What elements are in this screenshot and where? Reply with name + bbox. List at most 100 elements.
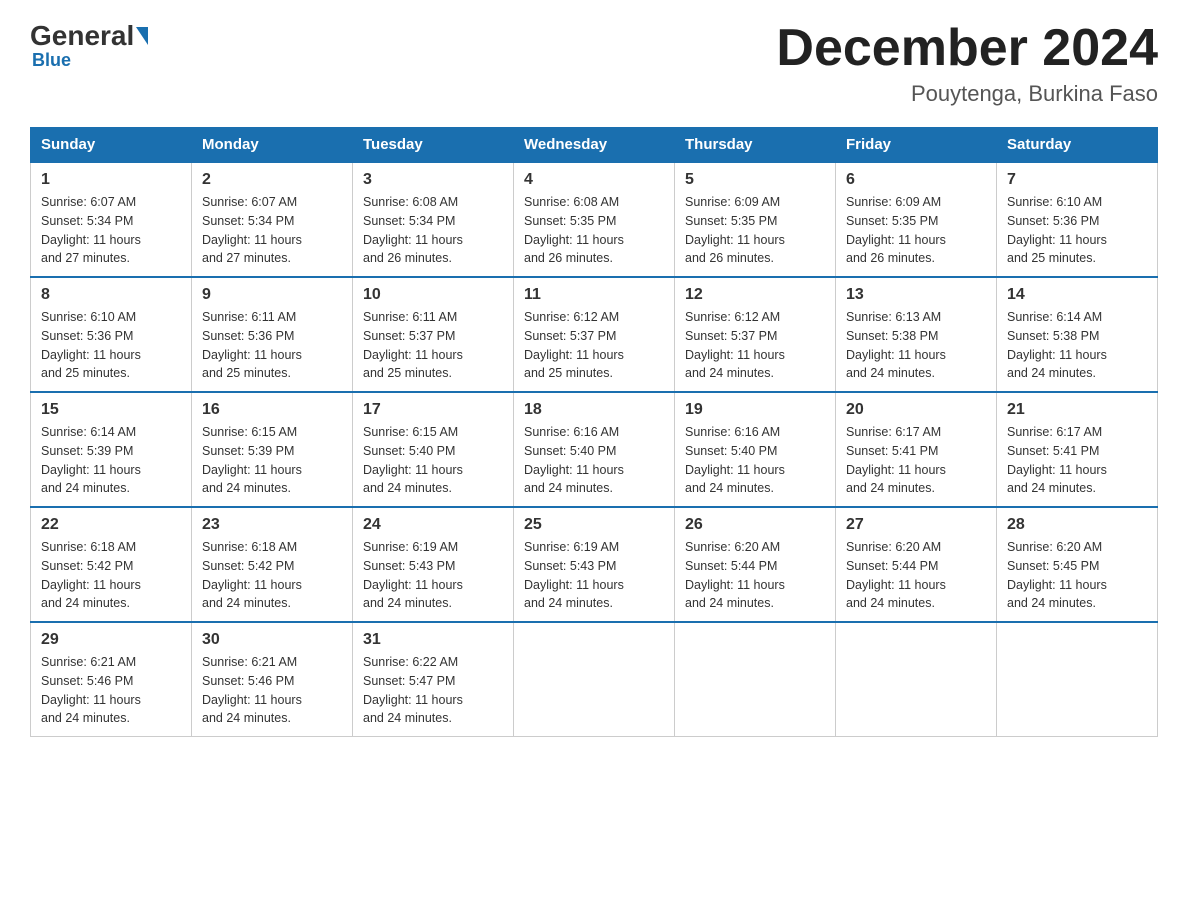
calendar-cell: 3 Sunrise: 6:08 AMSunset: 5:34 PMDaylight… xyxy=(353,162,514,277)
calendar-cell: 27 Sunrise: 6:20 AMSunset: 5:44 PMDayligh… xyxy=(836,507,997,622)
day-info: Sunrise: 6:18 AMSunset: 5:42 PMDaylight:… xyxy=(202,538,342,613)
day-info: Sunrise: 6:18 AMSunset: 5:42 PMDaylight:… xyxy=(41,538,181,613)
day-number: 24 xyxy=(363,516,503,534)
day-number: 2 xyxy=(202,171,342,189)
day-number: 16 xyxy=(202,401,342,419)
day-number: 27 xyxy=(846,516,986,534)
day-info: Sunrise: 6:07 AMSunset: 5:34 PMDaylight:… xyxy=(41,193,181,268)
calendar-header-wednesday: Wednesday xyxy=(514,128,675,163)
day-info: Sunrise: 6:21 AMSunset: 5:46 PMDaylight:… xyxy=(41,653,181,728)
day-info: Sunrise: 6:15 AMSunset: 5:39 PMDaylight:… xyxy=(202,423,342,498)
week-row-5: 29 Sunrise: 6:21 AMSunset: 5:46 PMDayligh… xyxy=(31,622,1158,737)
day-number: 25 xyxy=(524,516,664,534)
calendar-cell xyxy=(514,622,675,737)
day-info: Sunrise: 6:19 AMSunset: 5:43 PMDaylight:… xyxy=(363,538,503,613)
calendar-cell: 17Sunrise: 6:15 AMSunset: 5:40 PMDayligh… xyxy=(353,392,514,507)
day-info: Sunrise: 6:22 AMSunset: 5:47 PMDaylight:… xyxy=(363,653,503,728)
week-row-4: 22 Sunrise: 6:18 AMSunset: 5:42 PMDayligh… xyxy=(31,507,1158,622)
day-info: Sunrise: 6:11 AMSunset: 5:37 PMDaylight:… xyxy=(363,308,503,383)
calendar-header-row: SundayMondayTuesdayWednesdayThursdayFrid… xyxy=(31,128,1158,163)
day-info: Sunrise: 6:10 AMSunset: 5:36 PMDaylight:… xyxy=(41,308,181,383)
title-area: December 2024 Pouytenga, Burkina Faso xyxy=(776,20,1158,107)
calendar-cell: 30Sunrise: 6:21 AMSunset: 5:46 PMDayligh… xyxy=(192,622,353,737)
day-info: Sunrise: 6:17 AMSunset: 5:41 PMDaylight:… xyxy=(846,423,986,498)
calendar-cell: 31 Sunrise: 6:22 AMSunset: 5:47 PMDayligh… xyxy=(353,622,514,737)
day-number: 29 xyxy=(41,631,181,649)
calendar-header-tuesday: Tuesday xyxy=(353,128,514,163)
day-info: Sunrise: 6:19 AMSunset: 5:43 PMDaylight:… xyxy=(524,538,664,613)
day-info: Sunrise: 6:20 AMSunset: 5:44 PMDaylight:… xyxy=(846,538,986,613)
day-number: 14 xyxy=(1007,286,1147,304)
day-info: Sunrise: 6:10 AMSunset: 5:36 PMDaylight:… xyxy=(1007,193,1147,268)
week-row-2: 8 Sunrise: 6:10 AMSunset: 5:36 PMDaylight… xyxy=(31,277,1158,392)
day-info: Sunrise: 6:16 AMSunset: 5:40 PMDaylight:… xyxy=(524,423,664,498)
day-info: Sunrise: 6:12 AMSunset: 5:37 PMDaylight:… xyxy=(685,308,825,383)
day-info: Sunrise: 6:09 AMSunset: 5:35 PMDaylight:… xyxy=(846,193,986,268)
day-number: 21 xyxy=(1007,401,1147,419)
calendar-cell: 7 Sunrise: 6:10 AMSunset: 5:36 PMDaylight… xyxy=(997,162,1158,277)
logo-arrow-icon xyxy=(136,27,148,45)
calendar-cell: 13 Sunrise: 6:13 AMSunset: 5:38 PMDayligh… xyxy=(836,277,997,392)
day-number: 7 xyxy=(1007,171,1147,189)
day-info: Sunrise: 6:08 AMSunset: 5:34 PMDaylight:… xyxy=(363,193,503,268)
day-number: 23 xyxy=(202,516,342,534)
calendar-cell: 11Sunrise: 6:12 AMSunset: 5:37 PMDayligh… xyxy=(514,277,675,392)
calendar-cell: 10 Sunrise: 6:11 AMSunset: 5:37 PMDayligh… xyxy=(353,277,514,392)
day-info: Sunrise: 6:16 AMSunset: 5:40 PMDaylight:… xyxy=(685,423,825,498)
calendar-header-sunday: Sunday xyxy=(31,128,192,163)
calendar-cell: 2Sunrise: 6:07 AMSunset: 5:34 PMDaylight… xyxy=(192,162,353,277)
day-info: Sunrise: 6:12 AMSunset: 5:37 PMDaylight:… xyxy=(524,308,664,383)
day-info: Sunrise: 6:11 AMSunset: 5:36 PMDaylight:… xyxy=(202,308,342,383)
calendar-cell: 19 Sunrise: 6:16 AMSunset: 5:40 PMDayligh… xyxy=(675,392,836,507)
day-info: Sunrise: 6:20 AMSunset: 5:44 PMDaylight:… xyxy=(685,538,825,613)
day-number: 8 xyxy=(41,286,181,304)
day-number: 22 xyxy=(41,516,181,534)
page-header: General Blue December 2024 Pouytenga, Bu… xyxy=(30,20,1158,107)
calendar-table: SundayMondayTuesdayWednesdayThursdayFrid… xyxy=(30,127,1158,737)
calendar-header-monday: Monday xyxy=(192,128,353,163)
day-number: 19 xyxy=(685,401,825,419)
calendar-cell xyxy=(997,622,1158,737)
calendar-cell xyxy=(836,622,997,737)
day-number: 5 xyxy=(685,171,825,189)
calendar-cell: 1 Sunrise: 6:07 AMSunset: 5:34 PMDaylight… xyxy=(31,162,192,277)
day-info: Sunrise: 6:08 AMSunset: 5:35 PMDaylight:… xyxy=(524,193,664,268)
calendar-header-friday: Friday xyxy=(836,128,997,163)
calendar-cell: 4 Sunrise: 6:08 AMSunset: 5:35 PMDaylight… xyxy=(514,162,675,277)
calendar-cell: 5 Sunrise: 6:09 AMSunset: 5:35 PMDaylight… xyxy=(675,162,836,277)
calendar-cell: 25 Sunrise: 6:19 AMSunset: 5:43 PMDayligh… xyxy=(514,507,675,622)
day-info: Sunrise: 6:13 AMSunset: 5:38 PMDaylight:… xyxy=(846,308,986,383)
day-info: Sunrise: 6:09 AMSunset: 5:35 PMDaylight:… xyxy=(685,193,825,268)
week-row-3: 15Sunrise: 6:14 AMSunset: 5:39 PMDayligh… xyxy=(31,392,1158,507)
day-number: 26 xyxy=(685,516,825,534)
day-number: 9 xyxy=(202,286,342,304)
calendar-cell: 12 Sunrise: 6:12 AMSunset: 5:37 PMDayligh… xyxy=(675,277,836,392)
day-number: 18 xyxy=(524,401,664,419)
day-number: 6 xyxy=(846,171,986,189)
day-info: Sunrise: 6:14 AMSunset: 5:38 PMDaylight:… xyxy=(1007,308,1147,383)
calendar-cell xyxy=(675,622,836,737)
day-number: 31 xyxy=(363,631,503,649)
day-number: 12 xyxy=(685,286,825,304)
day-number: 10 xyxy=(363,286,503,304)
calendar-cell: 16 Sunrise: 6:15 AMSunset: 5:39 PMDayligh… xyxy=(192,392,353,507)
logo-blue: Blue xyxy=(30,50,71,71)
calendar-header-thursday: Thursday xyxy=(675,128,836,163)
calendar-cell: 26 Sunrise: 6:20 AMSunset: 5:44 PMDayligh… xyxy=(675,507,836,622)
calendar-cell: 15Sunrise: 6:14 AMSunset: 5:39 PMDayligh… xyxy=(31,392,192,507)
calendar-cell: 28Sunrise: 6:20 AMSunset: 5:45 PMDayligh… xyxy=(997,507,1158,622)
day-info: Sunrise: 6:15 AMSunset: 5:40 PMDaylight:… xyxy=(363,423,503,498)
week-row-1: 1 Sunrise: 6:07 AMSunset: 5:34 PMDaylight… xyxy=(31,162,1158,277)
logo-general: General xyxy=(30,20,134,52)
day-info: Sunrise: 6:20 AMSunset: 5:45 PMDaylight:… xyxy=(1007,538,1147,613)
day-number: 4 xyxy=(524,171,664,189)
day-number: 3 xyxy=(363,171,503,189)
day-number: 20 xyxy=(846,401,986,419)
logo-text: General xyxy=(30,20,150,52)
day-number: 1 xyxy=(41,171,181,189)
day-number: 30 xyxy=(202,631,342,649)
calendar-cell: 20 Sunrise: 6:17 AMSunset: 5:41 PMDayligh… xyxy=(836,392,997,507)
day-number: 13 xyxy=(846,286,986,304)
day-number: 15 xyxy=(41,401,181,419)
day-info: Sunrise: 6:17 AMSunset: 5:41 PMDaylight:… xyxy=(1007,423,1147,498)
